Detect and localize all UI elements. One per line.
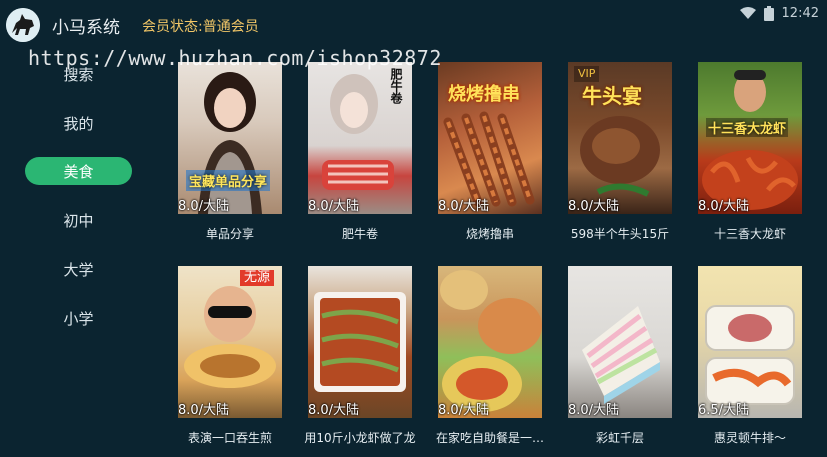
wifi-icon (739, 7, 756, 19)
rating-label: 8.0/大陆 (698, 199, 750, 214)
video-card[interactable]: 8.0/大陆 用10斤小龙虾做了龙 (304, 266, 416, 445)
rating-label: 6.5/大陆 (698, 403, 750, 418)
rating-label: 8.0/大陆 (438, 403, 490, 418)
video-title: 十三香大龙虾 (713, 227, 786, 241)
rating-label: 8.0/大陆 (568, 199, 620, 214)
app-logo (6, 8, 40, 42)
sidebar-item-food[interactable]: 美食 (25, 157, 132, 185)
rating-label: 8.0/大陆 (308, 403, 360, 418)
video-card[interactable]: 肥牛卷 8.0/大陆 肥牛卷 (308, 62, 412, 241)
video-thumbnail: 8.0/大陆 (568, 266, 672, 418)
battery-icon (763, 5, 774, 21)
video-card[interactable]: 无源 8.0/大陆 表演一口吞生煎 (178, 266, 282, 445)
video-card[interactable]: 8.0/大陆 彩虹千层 (568, 266, 672, 445)
sidebar-item-university[interactable]: 大学 (25, 255, 132, 283)
video-title: 598半个牛头15斤 (570, 227, 670, 241)
video-title: 惠灵顿牛排～ (713, 431, 786, 445)
video-thumbnail: VIP 牛头宴 8.0/大陆 (568, 62, 672, 214)
status-bar: 12:42 (739, 4, 819, 22)
video-thumbnail: 宝藏单品分享 8.0/大陆 (178, 62, 282, 214)
no-source-badge: 无源 (239, 270, 274, 286)
video-card[interactable]: VIP 牛头宴 8.0/大陆 598半个牛头15斤 (568, 62, 672, 241)
video-title: 彩虹千层 (595, 431, 644, 445)
sidebar-item-mine[interactable]: 我的 (25, 109, 132, 137)
video-card[interactable]: 8.0/大陆 在家吃自助餐是一… (436, 266, 544, 445)
video-thumbnail: 6.5/大陆 (698, 266, 802, 418)
sidebar: 搜索 我的 美食 初中 大学 小学 (0, 50, 160, 457)
video-thumbnail: 十三香大龙虾 8.0/大陆 (698, 62, 802, 214)
video-thumbnail: 烧烤撸串 8.0/大陆 (438, 62, 542, 214)
rating-label: 8.0/大陆 (178, 199, 230, 214)
rating-label: 8.0/大陆 (308, 199, 360, 214)
video-title: 在家吃自助餐是一… (435, 431, 544, 445)
thumbnail-overlay-text: 十三香大龙虾 (706, 118, 789, 137)
rating-label: 8.0/大陆 (178, 403, 230, 418)
watermark-text: https://www.huzhan.com/ishop32872 (28, 46, 442, 70)
thumbnail-overlay-text: 宝藏单品分享 (186, 170, 271, 191)
clock: 12:42 (781, 5, 819, 21)
video-thumbnail: 无源 8.0/大陆 (178, 266, 282, 418)
video-card[interactable]: 十三香大龙虾 8.0/大陆 十三香大龙虾 (698, 62, 802, 241)
video-thumbnail: 肥牛卷 8.0/大陆 (308, 62, 412, 214)
rating-label: 8.0/大陆 (438, 199, 490, 214)
video-title: 用10斤小龙虾做了龙 (304, 431, 416, 445)
video-card[interactable]: 宝藏单品分享 8.0/大陆 单品分享 (178, 62, 282, 241)
video-card[interactable]: 6.5/大陆 惠灵顿牛排～ (698, 266, 802, 445)
video-title: 表演一口吞生煎 (187, 431, 272, 445)
video-thumbnail: 8.0/大陆 (438, 266, 542, 418)
sidebar-item-primary[interactable]: 小学 (25, 304, 132, 332)
member-status: 会员状态:普通会员 (142, 19, 259, 35)
video-thumbnail: 8.0/大陆 (308, 266, 412, 418)
top-bar: 小马系统 会员状态:普通会员 12:42 (0, 0, 827, 50)
thumbnail-overlay-text: 牛头宴 (582, 84, 642, 108)
video-title: 烧烤撸串 (465, 227, 514, 241)
rating-label: 8.0/大陆 (568, 403, 620, 418)
video-title: 单品分享 (205, 227, 254, 241)
sidebar-item-junior-high[interactable]: 初中 (25, 206, 132, 234)
app-title: 小马系统 (52, 18, 120, 38)
video-title: 肥牛卷 (341, 227, 378, 241)
thumbnail-overlay-text: 烧烤撸串 (448, 84, 520, 105)
video-card[interactable]: 烧烤撸串 8.0/大陆 烧烤撸串 (438, 62, 542, 241)
thumbnail-overlay-text: 肥牛卷 (389, 68, 403, 104)
